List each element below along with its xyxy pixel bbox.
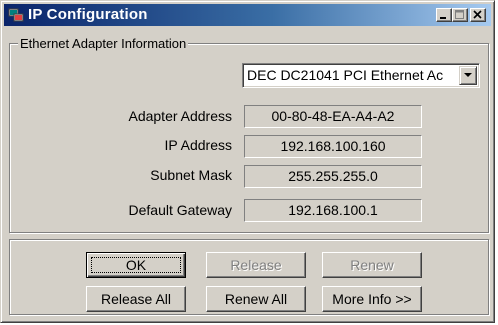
release-all-button-label: Release All (100, 291, 172, 307)
renew-button-label: Renew (350, 257, 394, 273)
adapter-address-value: 00-80-48-EA-A4-A2 (244, 105, 422, 128)
maximize-icon[interactable] (452, 8, 468, 22)
ip-config-icon[interactable] (8, 7, 24, 23)
chevron-down-icon (464, 73, 472, 77)
minimize-icon[interactable] (436, 8, 452, 22)
window-title: IP Configuration (28, 6, 148, 23)
release-all-button[interactable]: Release All (86, 286, 186, 312)
more-info-button-label: More Info >> (332, 291, 412, 307)
ok-button[interactable]: OK (86, 252, 186, 278)
close-icon[interactable] (470, 8, 486, 22)
subnet-mask-value: 255.255.255.0 (244, 165, 422, 188)
ip-address-value: 192.168.100.160 (244, 135, 422, 158)
adapter-select-value: DEC DC21041 PCI Ethernet Ac (247, 67, 444, 83)
renew-all-button-label: Renew All (224, 291, 288, 307)
ip-configuration-window: IP Configuration Ethernet Adapter Inform… (0, 0, 495, 323)
release-button-label: Release (230, 257, 282, 273)
renew-all-button[interactable]: Renew All (206, 286, 306, 312)
subnet-mask-label: Subnet Mask (150, 167, 232, 183)
adapter-address-label: Adapter Address (128, 108, 232, 124)
adapter-group-label: Ethernet Adapter Information (18, 36, 189, 51)
title-bar[interactable]: IP Configuration (4, 4, 491, 26)
renew-button[interactable]: Renew (322, 252, 422, 278)
dropdown-arrow-button[interactable] (459, 66, 477, 85)
ip-address-label: IP Address (164, 137, 232, 153)
adapter-select[interactable]: DEC DC21041 PCI Ethernet Ac (242, 63, 480, 88)
focus-rect (91, 257, 181, 273)
default-gateway-label: Default Gateway (128, 202, 233, 218)
more-info-button[interactable]: More Info >> (322, 286, 422, 312)
release-button[interactable]: Release (206, 252, 306, 278)
default-gateway-value: 192.168.100.1 (244, 199, 422, 222)
